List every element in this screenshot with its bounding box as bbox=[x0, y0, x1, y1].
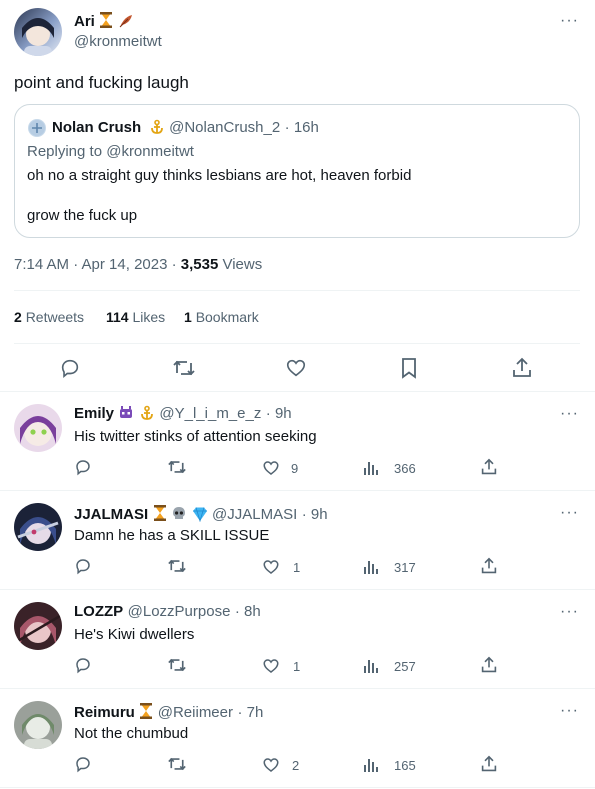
share-icon[interactable] bbox=[481, 458, 497, 481]
reply-text: Damn he has a SKILL ISSUE bbox=[74, 527, 270, 544]
retweet-icon[interactable] bbox=[167, 458, 187, 481]
reply-time[interactable]: · 9h bbox=[266, 405, 292, 422]
quoted-author-handle: @NolanCrush_2 bbox=[169, 119, 281, 136]
reply-time[interactable]: · 8h bbox=[235, 603, 261, 620]
like-count: 1 bbox=[293, 659, 301, 674]
timestamp[interactable]: 7:14 AM · Apr 14, 2023 · bbox=[14, 256, 181, 273]
views-icon[interactable] bbox=[364, 658, 378, 678]
reply-text: Not the chumbud bbox=[74, 725, 189, 742]
quoted-author-avatar bbox=[28, 119, 46, 137]
retweets-count: 2 bbox=[14, 309, 22, 325]
heart-icon[interactable] bbox=[262, 558, 280, 581]
share-icon[interactable] bbox=[481, 755, 497, 778]
reply-author-name[interactable]: Emily bbox=[74, 405, 114, 422]
author-avatar[interactable] bbox=[14, 8, 62, 56]
reply-icon[interactable] bbox=[59, 357, 81, 379]
skull-icon bbox=[171, 506, 187, 522]
reply-time[interactable]: · 7h bbox=[237, 704, 263, 721]
reply-avatar[interactable] bbox=[14, 602, 62, 650]
retweet-icon[interactable] bbox=[167, 755, 187, 778]
more-icon[interactable]: ··· bbox=[560, 703, 579, 719]
like-count: 9 bbox=[291, 461, 299, 476]
quoted-author-name: Nolan Crush bbox=[52, 119, 142, 136]
reply-text: His twitter stinks of attention seeking bbox=[74, 428, 317, 445]
retweet-icon[interactable] bbox=[167, 656, 187, 679]
hourglass-icon bbox=[153, 504, 167, 522]
reply-time[interactable]: · 9h bbox=[302, 506, 328, 523]
like-count: 2 bbox=[292, 758, 300, 773]
heart-icon[interactable] bbox=[262, 657, 280, 680]
views-count: 366 bbox=[394, 461, 416, 476]
author-name[interactable]: Ari bbox=[74, 13, 95, 30]
reply-avatar[interactable] bbox=[14, 404, 62, 452]
reply-author-name[interactable]: JJALMASI bbox=[74, 506, 148, 523]
reply-icon[interactable] bbox=[74, 557, 92, 580]
bookmark-icon[interactable] bbox=[399, 357, 419, 379]
more-icon[interactable]: ··· bbox=[560, 604, 579, 620]
views-label: Views bbox=[218, 256, 263, 273]
reply-author-handle[interactable]: @Reiimeer bbox=[158, 704, 233, 721]
share-icon[interactable] bbox=[481, 656, 497, 679]
reply-author-name[interactable]: Reimuru bbox=[74, 704, 135, 721]
views-count: 165 bbox=[394, 758, 416, 773]
views-count: 257 bbox=[394, 659, 416, 674]
heart-icon[interactable] bbox=[262, 459, 280, 482]
gem-icon bbox=[192, 506, 208, 523]
reply-avatar[interactable] bbox=[14, 701, 62, 749]
likes-count: 114 bbox=[106, 309, 129, 325]
author-handle[interactable]: @kronmeitwt bbox=[74, 33, 162, 50]
replying-to: Replying to @kronmeitwt bbox=[27, 143, 194, 160]
bookmarks-label: Bookmark bbox=[195, 309, 259, 325]
heart-icon[interactable] bbox=[285, 357, 307, 379]
bookmarks-count: 1 bbox=[184, 309, 192, 325]
quoted-text-line2: grow the fuck up bbox=[27, 207, 138, 224]
views-icon[interactable] bbox=[364, 460, 378, 480]
reply-text: He's Kiwi dwellers bbox=[74, 626, 195, 643]
more-icon[interactable]: ··· bbox=[560, 13, 579, 29]
retweet-icon[interactable] bbox=[167, 557, 187, 580]
reply-icon[interactable] bbox=[74, 458, 92, 481]
like-count: 1 bbox=[293, 560, 301, 575]
heart-icon[interactable] bbox=[262, 756, 280, 779]
share-icon[interactable] bbox=[512, 357, 532, 379]
hourglass-icon bbox=[139, 702, 153, 720]
views-count: 317 bbox=[394, 560, 416, 575]
tweet-text: point and fucking laugh bbox=[14, 73, 189, 92]
reply-icon[interactable] bbox=[74, 755, 92, 778]
quoted-time: · 16h bbox=[284, 119, 319, 136]
hourglass-icon bbox=[99, 11, 113, 29]
reply-icon[interactable] bbox=[74, 656, 92, 679]
quoted-text-line1: oh no a straight guy thinks lesbians are… bbox=[27, 167, 412, 184]
reply-author-handle[interactable]: @LozzPurpose bbox=[128, 603, 231, 620]
more-icon[interactable]: ··· bbox=[560, 406, 579, 422]
retweets-label: Retweets bbox=[25, 309, 85, 325]
feather-icon bbox=[118, 13, 134, 29]
more-icon[interactable]: ··· bbox=[560, 505, 579, 521]
reply-author-name[interactable]: LOZZP bbox=[74, 603, 123, 620]
retweet-icon[interactable] bbox=[172, 357, 196, 379]
bookmarks-stat[interactable]: 1 Bookmark bbox=[184, 309, 259, 325]
views-count: 3,535 bbox=[180, 256, 219, 273]
views-icon[interactable] bbox=[364, 559, 378, 579]
views-icon[interactable] bbox=[364, 757, 378, 777]
quoted-tweet[interactable]: Nolan Crush @NolanCrush_2 · 16h Replying… bbox=[14, 104, 580, 238]
retweets-stat[interactable]: 2 Retweets bbox=[14, 309, 84, 325]
alien-icon bbox=[118, 405, 134, 421]
anchor-badge-icon bbox=[149, 119, 165, 135]
likes-stat[interactable]: 114 Likes bbox=[106, 309, 165, 325]
reply-author-handle[interactable]: @JJALMASI bbox=[212, 506, 297, 523]
likes-label: Likes bbox=[132, 309, 166, 325]
reply-avatar[interactable] bbox=[14, 503, 62, 551]
reply-author-handle[interactable]: @Y_l_i_m_e_z bbox=[159, 405, 261, 422]
anchor-badge-icon bbox=[139, 405, 155, 421]
share-icon[interactable] bbox=[481, 557, 497, 580]
